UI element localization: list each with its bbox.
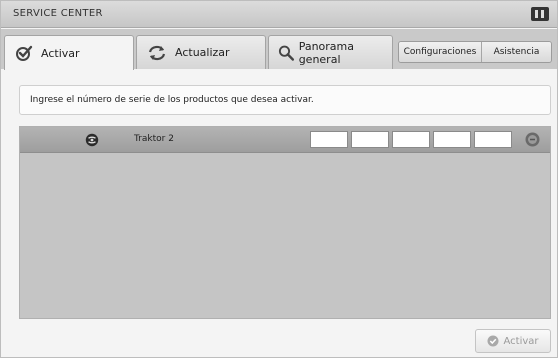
- tab-panorama-label: Panorama general: [298, 39, 354, 66]
- instruction-text: Ingrese el número de serie de los produc…: [19, 85, 551, 115]
- tab-panorama-general[interactable]: Panorama general: [268, 35, 393, 69]
- tab-activar-label: Activar: [41, 46, 80, 60]
- magnifier-icon: [278, 45, 295, 61]
- serial-field-1[interactable]: [310, 131, 348, 148]
- serial-field-4[interactable]: [433, 131, 471, 148]
- tab-activar[interactable]: Activar: [4, 35, 134, 70]
- product-list-panel: Traktor 2: [19, 126, 551, 319]
- window-title: SERVICE CENTER: [13, 8, 103, 19]
- native-instruments-logo-icon: [531, 7, 549, 21]
- tab-actualizar-label: Actualizar: [175, 46, 230, 59]
- product-name: Traktor 2: [134, 134, 174, 144]
- header-button-group: Configuraciones Asistencia: [398, 41, 552, 63]
- traktor-product-icon: [85, 133, 99, 147]
- help-button[interactable]: Asistencia: [481, 42, 551, 62]
- checkmark-icon: [487, 335, 499, 347]
- serial-number-fields: [310, 131, 512, 148]
- status-circle-icon: [525, 132, 540, 147]
- serial-field-3[interactable]: [392, 131, 430, 148]
- title-bar: SERVICE CENTER: [1, 1, 557, 28]
- activate-button[interactable]: Activar: [475, 329, 551, 353]
- tab-actualizar[interactable]: Actualizar: [136, 35, 266, 69]
- checkmark-icon: [16, 45, 33, 61]
- serial-field-5[interactable]: [474, 131, 512, 148]
- serial-field-2[interactable]: [351, 131, 389, 148]
- refresh-icon: [148, 45, 166, 60]
- activate-button-label: Activar: [503, 335, 539, 347]
- product-row: Traktor 2: [20, 127, 550, 153]
- settings-button[interactable]: Configuraciones: [399, 42, 482, 62]
- service-center-window: SERVICE CENTER Activar Actualizar Panora…: [0, 0, 558, 358]
- tab-bar: Activar Actualizar Panorama general Conf…: [1, 29, 557, 70]
